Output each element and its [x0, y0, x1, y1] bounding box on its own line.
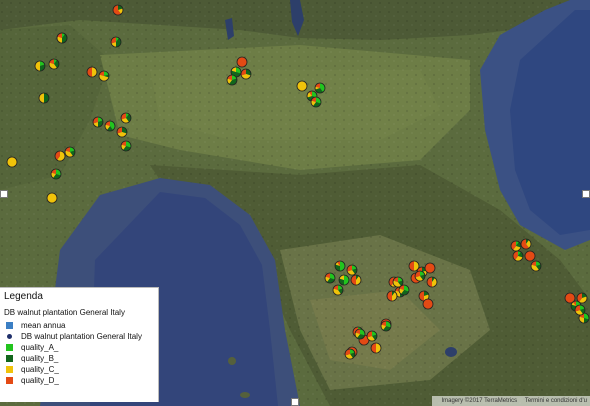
pie-marker-toscana-16[interactable]	[370, 342, 382, 354]
pie-marker-piemonte-center-3[interactable]	[120, 112, 132, 124]
pie-marker-piemonte-center-4[interactable]	[116, 126, 128, 138]
pie-marker-piemonte-north-3[interactable]	[112, 4, 124, 16]
pie-marker-piemonte-center-7[interactable]	[64, 146, 76, 158]
terms-link[interactable]: Termini e condizioni d'u	[525, 398, 587, 404]
pie-marker-lombardia-8[interactable]	[332, 284, 344, 296]
map-legend: Legenda DB walnut plantation General Ita…	[0, 287, 159, 402]
pie-marker-marche-5[interactable]	[344, 348, 356, 360]
legend-item-quality-b: quality_B_	[4, 353, 158, 364]
pie-marker-umbria-2[interactable]	[510, 240, 522, 252]
pie-marker-piemonte-south-4[interactable]	[226, 74, 238, 86]
legend-label: quality_A_	[21, 343, 59, 352]
pie-marker-toscana-14[interactable]	[366, 330, 378, 342]
legend-label: quality_C_	[21, 365, 59, 374]
pie-marker-piemonte-center-8[interactable]	[50, 168, 62, 180]
legend-swatch-quality-d	[6, 377, 13, 384]
pie-marker-lombardia-2[interactable]	[310, 96, 322, 108]
legend-swatch-mean-annua	[6, 322, 13, 329]
pie-marker-piemonte-center-6[interactable]	[54, 150, 66, 162]
legend-item-mean-annua: mean annua	[4, 320, 158, 331]
legend-item-quality-a: quality_A_	[4, 342, 158, 353]
pie-marker-lombardia-3[interactable]	[314, 82, 326, 94]
pie-marker-umbria-3[interactable]	[520, 238, 532, 250]
pie-marker-piemonte-north-6[interactable]	[86, 66, 98, 78]
legend-label: DB walnut plantation General Italy	[21, 332, 142, 341]
legend-swatch-quality-c	[6, 366, 13, 373]
legend-swatch-quality-a	[6, 344, 13, 351]
pie-marker-lombardia-5[interactable]	[346, 264, 358, 276]
pie-marker-toscana-11[interactable]	[422, 298, 434, 310]
pie-marker-piemonte-north-8[interactable]	[38, 92, 50, 104]
pie-marker-toscana-7[interactable]	[424, 262, 436, 274]
pie-marker-umbria-6[interactable]	[530, 260, 542, 272]
pie-marker-toscana-1[interactable]	[350, 274, 362, 286]
legend-layer-name: DB walnut plantation General Italy	[4, 308, 125, 317]
pie-marker-lombardia-6[interactable]	[324, 272, 336, 284]
imagery-credit: Imagery ©2017 TerraMetrics	[441, 398, 518, 404]
legend-label: quality_D_	[21, 376, 59, 385]
legend-item-quality-d: quality_D_	[4, 375, 158, 386]
pie-marker-toscana-8[interactable]	[426, 276, 438, 288]
map-resize-handle-left[interactable]	[0, 190, 8, 198]
legend-dot-plantation	[7, 334, 12, 339]
pie-marker-piemonte-west-1[interactable]	[6, 156, 18, 168]
pie-marker-marche-south-4[interactable]	[414, 270, 426, 282]
pie-marker-marche-3[interactable]	[574, 304, 586, 316]
legend-item-plantation-point: DB walnut plantation General Italy	[4, 331, 158, 342]
pie-marker-marche-south-5[interactable]	[56, 32, 68, 44]
legend-label: quality_B_	[21, 354, 59, 363]
legend-label: mean annua	[21, 321, 66, 330]
map-resize-handle-right[interactable]	[582, 190, 590, 198]
pie-marker-marche-south-3[interactable]	[398, 284, 410, 296]
pie-marker-piemonte-south-5[interactable]	[296, 80, 308, 92]
pie-marker-piemonte-north-2[interactable]	[110, 36, 122, 48]
pie-marker-piemonte-center-2[interactable]	[104, 120, 116, 132]
pie-marker-piemonte-north-7[interactable]	[98, 70, 110, 82]
pie-marker-umbria-5[interactable]	[524, 250, 536, 262]
pie-marker-piemonte-south-3[interactable]	[236, 56, 248, 68]
pie-marker-piemonte-center-5[interactable]	[120, 140, 132, 152]
pie-marker-lombardia-4[interactable]	[334, 260, 346, 272]
pie-marker-lombardia-7[interactable]	[338, 274, 350, 286]
legend-title: Legenda	[4, 291, 43, 302]
pie-marker-piemonte-center-1[interactable]	[92, 116, 104, 128]
pie-marker-umbria-4[interactable]	[512, 250, 524, 262]
pie-marker-toscana-4[interactable]	[386, 290, 398, 302]
pie-marker-piemonte-north-5[interactable]	[48, 58, 60, 70]
map-resize-handle-bottom[interactable]	[291, 398, 299, 406]
pie-marker-marche-4[interactable]	[354, 328, 366, 340]
pie-marker-marche-south-1[interactable]	[380, 320, 392, 332]
pie-marker-piemonte-south-2[interactable]	[240, 68, 252, 80]
map-attribution: Imagery ©2017 TerraMetrics Termini e con…	[432, 396, 590, 406]
pie-marker-piemonte-center-9[interactable]	[46, 192, 58, 204]
pie-marker-piemonte-north-4[interactable]	[34, 60, 46, 72]
legend-item-quality-c: quality_C_	[4, 364, 158, 375]
legend-swatch-quality-b	[6, 355, 13, 362]
